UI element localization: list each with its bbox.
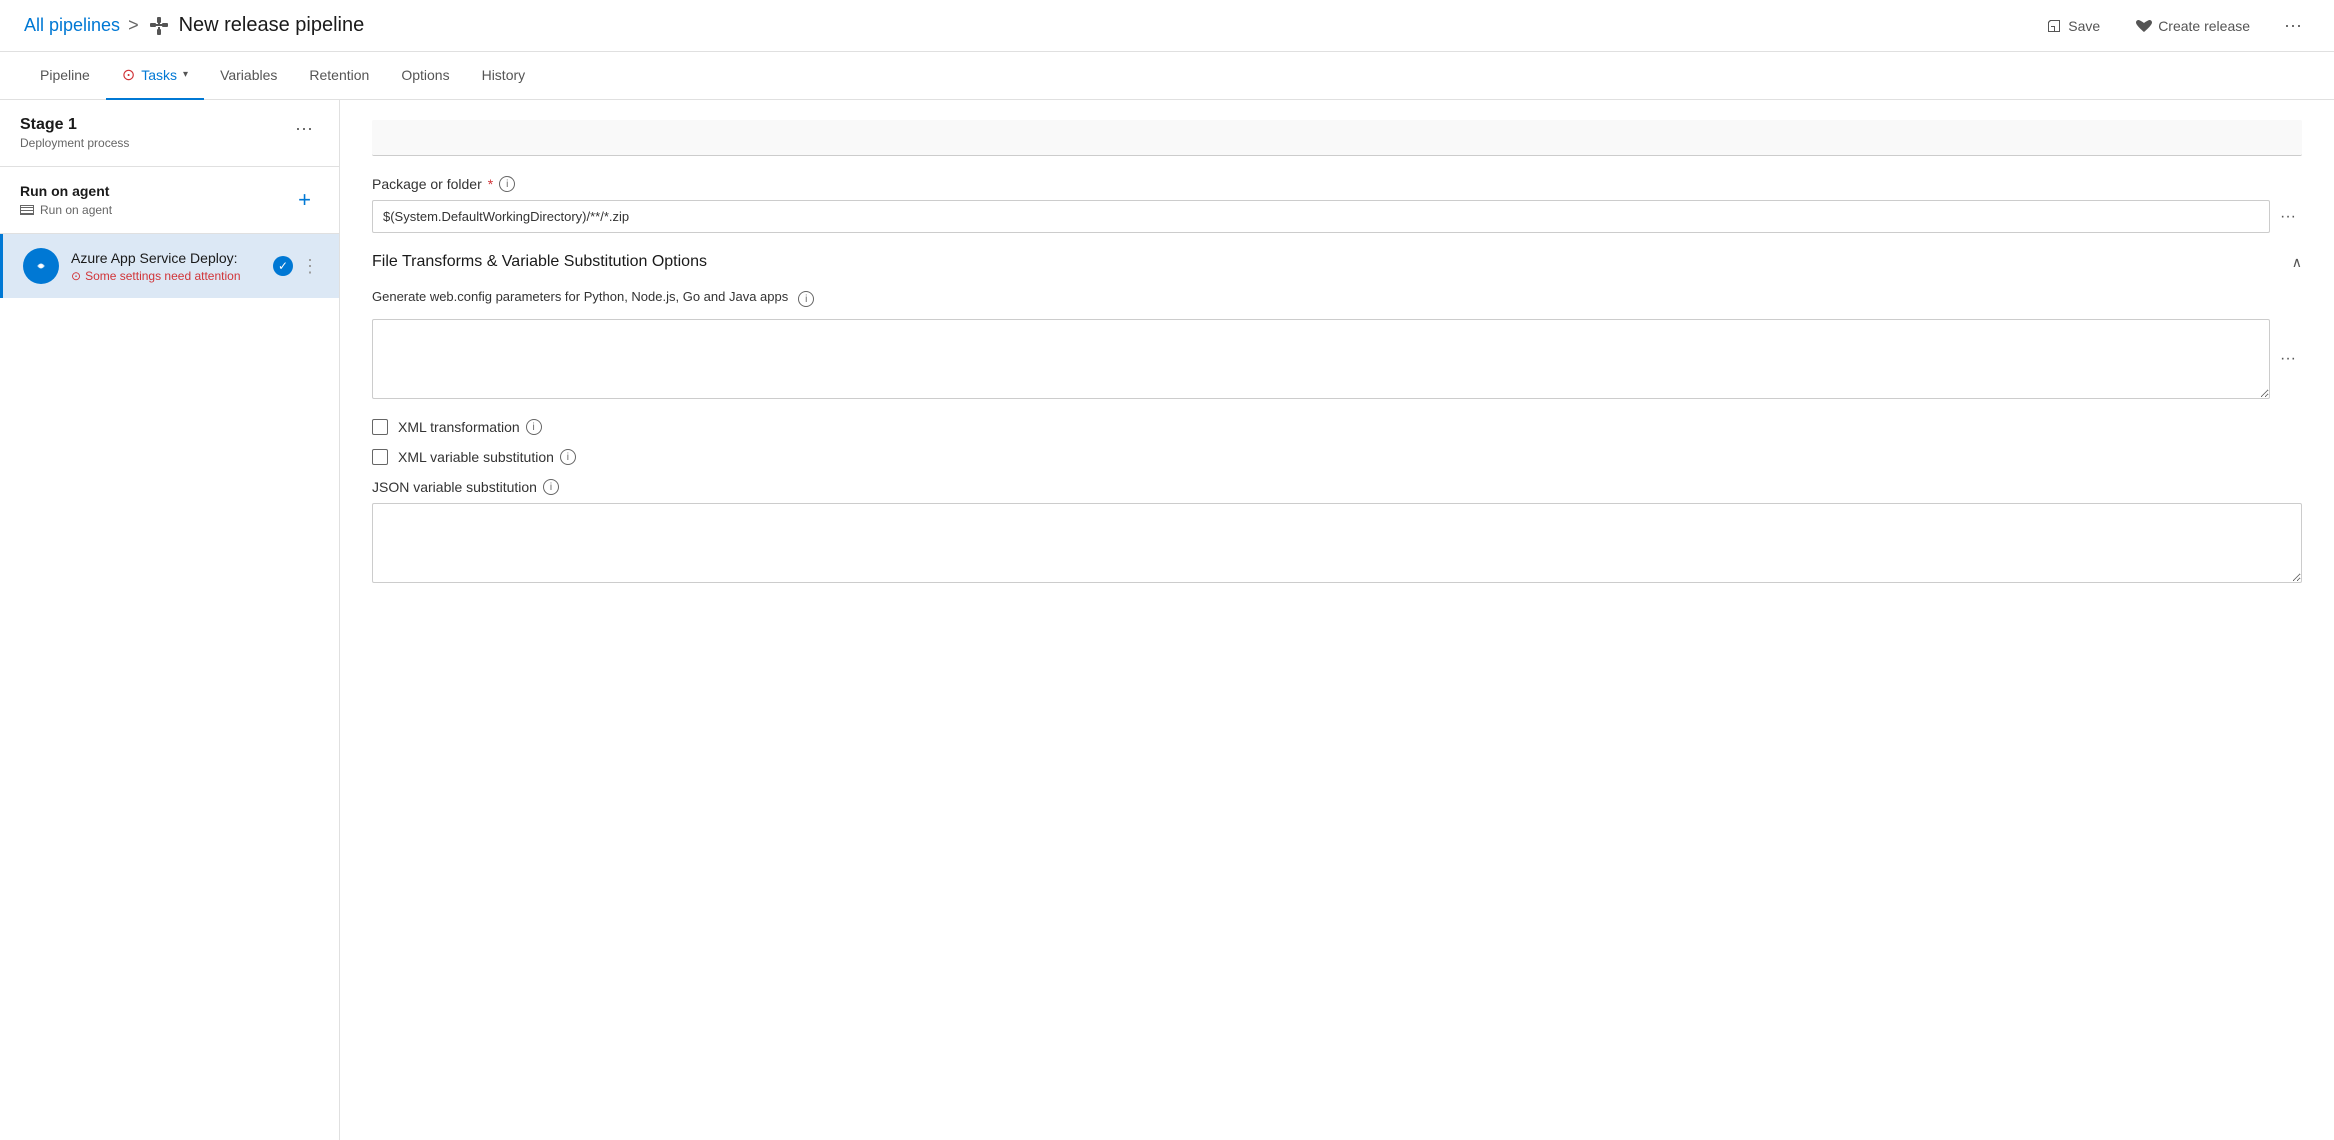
main-content: Stage 1 Deployment process ··· Run on ag… [0, 100, 2334, 1140]
required-indicator: * [488, 176, 493, 192]
task-info: Azure App Service Deploy: ⊙ Some setting… [71, 250, 261, 283]
transforms-info-icon[interactable]: i [798, 291, 814, 307]
xml-substitution-label: XML variable substitution i [398, 449, 576, 465]
add-task-button[interactable]: + [290, 185, 319, 215]
breadcrumb-link[interactable]: All pipelines [24, 15, 120, 36]
agent-subtitle: Run on agent [20, 203, 112, 217]
task-warning: ⊙ Some settings need attention [71, 269, 261, 283]
xml-transform-info-icon[interactable]: i [526, 419, 542, 435]
warning-circle-icon: ⊙ [71, 269, 81, 283]
breadcrumb: All pipelines > New release pipeline [24, 14, 364, 38]
xml-transform-row: XML transformation i [372, 419, 2302, 435]
agent-section: Run on agent Run on agent + [0, 167, 339, 234]
tasks-chevron-icon: ▾ [183, 69, 188, 80]
agent-info: Run on agent Run on agent [20, 183, 112, 217]
top-input-field[interactable] [372, 120, 2302, 156]
tab-pipeline[interactable]: Pipeline [24, 52, 106, 100]
package-more-button[interactable]: ··· [2274, 204, 2302, 230]
task-drag-handle[interactable]: ⋮ [301, 256, 319, 277]
save-button[interactable]: Save [2036, 12, 2110, 40]
right-panel: Package or folder * i ··· File Transform… [340, 100, 2334, 1140]
transforms-section: File Transforms & Variable Substitution … [372, 253, 2302, 586]
xml-substitution-checkbox[interactable] [372, 449, 388, 465]
agent-title: Run on agent [20, 183, 112, 199]
package-field-row: Package or folder * i ··· [372, 176, 2302, 233]
top-input-area [372, 120, 2302, 156]
transforms-textarea[interactable] [372, 319, 2270, 399]
xml-transform-checkbox[interactable] [372, 419, 388, 435]
transforms-section-title: File Transforms & Variable Substitution … [372, 253, 2302, 271]
stage-title: Stage 1 [20, 116, 129, 134]
tab-tasks[interactable]: ⊙ Tasks ▾ [106, 52, 204, 100]
tab-variables[interactable]: Variables [204, 52, 293, 100]
xml-substitution-info-icon[interactable]: i [560, 449, 576, 465]
header: All pipelines > New release pipeline Sav… [0, 0, 2334, 52]
json-substitution-info-icon[interactable]: i [543, 479, 559, 495]
agent-header: Run on agent Run on agent + [20, 183, 319, 217]
left-panel: Stage 1 Deployment process ··· Run on ag… [0, 100, 340, 1140]
transforms-more-button[interactable]: ··· [2274, 346, 2302, 372]
transforms-desc: Generate web.config parameters for Pytho… [372, 287, 2302, 307]
xml-transform-label: XML transformation i [398, 419, 542, 435]
package-info-icon[interactable]: i [499, 176, 515, 192]
stage-subtitle: Deployment process [20, 136, 129, 150]
create-release-button[interactable]: Create release [2126, 12, 2260, 40]
agent-grid-icon [20, 205, 34, 215]
stage-more-button[interactable]: ··· [289, 116, 319, 141]
tasks-warning-icon: ⊙ [122, 65, 135, 85]
stage-info: Stage 1 Deployment process [20, 116, 129, 150]
transforms-input-row: ··· [372, 319, 2302, 399]
transforms-chevron-icon[interactable]: ∧ [2292, 254, 2302, 271]
page-title: New release pipeline [179, 14, 365, 37]
json-substitution-label: JSON variable substitution i [372, 479, 2302, 495]
tab-retention[interactable]: Retention [293, 52, 385, 100]
tab-history[interactable]: History [466, 52, 542, 100]
header-actions: Save Create release ··· [2036, 9, 2310, 42]
azure-deploy-icon [23, 248, 59, 284]
nav-tabs: Pipeline ⊙ Tasks ▾ Variables Retention O… [0, 52, 2334, 100]
header-more-button[interactable]: ··· [2276, 9, 2310, 42]
create-release-label: Create release [2158, 18, 2250, 34]
task-name: Azure App Service Deploy: [71, 250, 261, 266]
task-actions: ✓ ⋮ [273, 256, 319, 277]
save-label: Save [2068, 18, 2100, 34]
task-item[interactable]: Azure App Service Deploy: ⊙ Some setting… [0, 234, 339, 298]
xml-substitution-row: XML variable substitution i [372, 449, 2302, 465]
package-input[interactable] [372, 200, 2270, 233]
json-substitution-textarea[interactable] [372, 503, 2302, 583]
stage-header: Stage 1 Deployment process ··· [0, 100, 339, 167]
tab-options[interactable]: Options [385, 52, 465, 100]
task-check-icon: ✓ [273, 256, 293, 276]
breadcrumb-separator: > [128, 15, 139, 36]
pipeline-icon [147, 14, 171, 38]
json-substitution-field: JSON variable substitution i [372, 479, 2302, 586]
package-label: Package or folder * i [372, 176, 2302, 192]
package-input-row: ··· [372, 200, 2302, 233]
